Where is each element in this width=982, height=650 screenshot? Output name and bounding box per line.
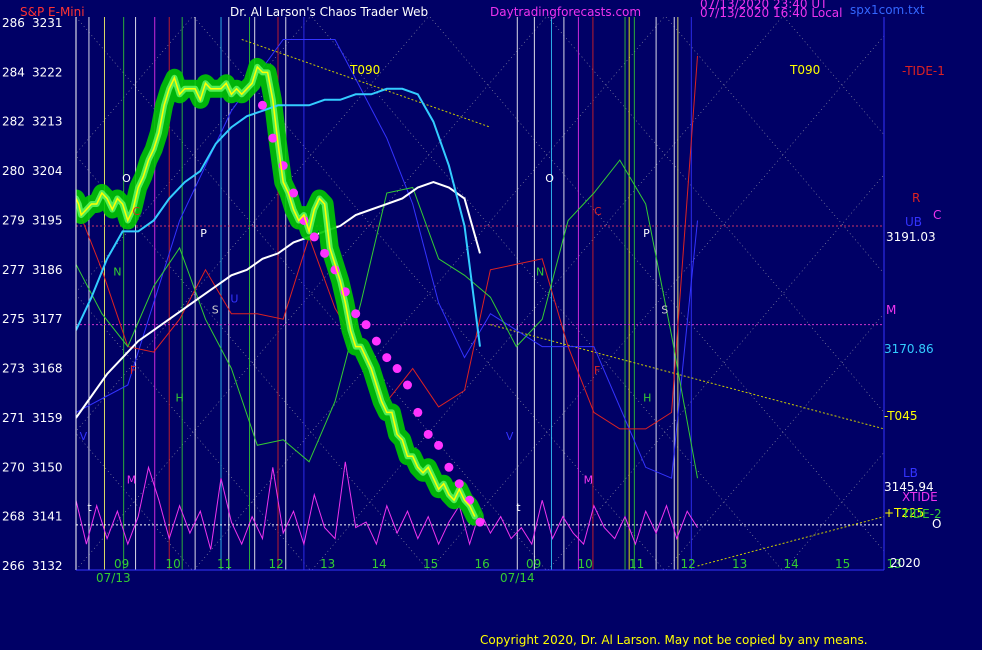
price-dot <box>475 517 485 527</box>
price-dot <box>392 364 402 374</box>
right-label: C <box>933 208 941 222</box>
planet-letter: V <box>506 430 514 443</box>
y-tick-label-left: 268 <box>2 510 25 524</box>
y-tick-label-right: 3195 <box>32 213 63 227</box>
y-tick-label-left: 266 <box>2 559 25 573</box>
planet-letter: t <box>516 501 521 514</box>
planet-letter: S <box>661 304 668 317</box>
price-dot <box>434 440 444 450</box>
x-tick-label: 09 <box>114 557 129 571</box>
y-tick-label-right: 3177 <box>32 312 63 326</box>
timestamp-local: 07/13/2020 16:40 Local <box>700 6 842 20</box>
planet-letter: C <box>132 205 140 218</box>
planet-letter: H <box>175 391 183 404</box>
y-tick-label-right: 3132 <box>32 559 63 573</box>
planet-letter: F <box>594 364 600 377</box>
y-tick-label-left: 273 <box>2 362 25 376</box>
price-dot <box>371 336 381 346</box>
planet-letter: P <box>200 227 207 240</box>
right-label: M <box>886 303 896 317</box>
right-label: O <box>932 517 941 531</box>
planet-letter: P <box>643 227 650 240</box>
y-tick-label-left: 275 <box>2 312 25 326</box>
x-tick-label: 14 <box>784 557 799 571</box>
right-label: 3170.86 <box>884 342 934 356</box>
planet-letter: V <box>80 430 88 443</box>
y-tick-label-left: 270 <box>2 460 25 474</box>
planet-letter: t <box>87 501 92 514</box>
x-tick-label: 12 <box>269 557 284 571</box>
planet-letter: N <box>536 265 544 278</box>
right-label: XTIDE <box>902 490 938 504</box>
y-tick-label-right: 3150 <box>32 460 63 474</box>
planet-letter: N <box>113 265 121 278</box>
price-dot <box>444 462 454 472</box>
price-dot <box>454 479 464 489</box>
x-tick-label: 15 <box>423 557 438 571</box>
planet-letter: O <box>122 172 131 185</box>
x-tick-label: 11 <box>217 557 232 571</box>
price-dot <box>413 407 423 417</box>
site-title: Dr. Al Larson's Chaos Trader Web <box>230 5 428 19</box>
x-tick-label: 10 <box>166 557 181 571</box>
y-tick-label-left: 277 <box>2 263 25 277</box>
x-tick-label: 10 <box>578 557 593 571</box>
price-dot <box>361 320 371 330</box>
price-dot <box>257 100 267 110</box>
planet-letter: C <box>594 205 602 218</box>
instrument-title: S&P E-Mini <box>20 5 85 19</box>
x-date-label: 07/14 <box>500 571 535 585</box>
planet-letter: M <box>584 474 594 487</box>
right-label: 2020 <box>890 556 921 570</box>
x-date-label: 07/13 <box>96 571 131 585</box>
x-tick-label: 12 <box>681 557 696 571</box>
planet-letter: U <box>230 293 238 306</box>
y-tick-label-left: 282 <box>2 115 25 129</box>
y-tick-label-left: 284 <box>2 65 25 79</box>
right-label: R <box>912 191 920 205</box>
x-tick-label: 09 <box>526 557 541 571</box>
top-label-1: T090 <box>349 63 380 77</box>
planet-letter: H <box>643 391 651 404</box>
y-tick-label-right: 3186 <box>32 263 63 277</box>
price-dot <box>402 380 412 390</box>
y-tick-label-right: 3213 <box>32 115 63 129</box>
right-label: UB <box>905 215 922 229</box>
y-tick-label-right: 3141 <box>32 510 63 524</box>
right-label: LB <box>903 466 918 480</box>
y-tick-label-left: 271 <box>2 411 25 425</box>
planet-letter: S <box>212 304 219 317</box>
planet-letter: F <box>130 364 136 377</box>
right-label: 3191.03 <box>886 230 936 244</box>
x-tick-label: 13 <box>732 557 747 571</box>
price-dot <box>320 248 330 258</box>
y-tick-label-left: 280 <box>2 164 25 178</box>
right-label: -T045 <box>884 409 917 423</box>
planet-letter: O <box>545 172 554 185</box>
copyright: Copyright 2020, Dr. Al Larson. May not b… <box>480 633 868 647</box>
y-tick-label-right: 3159 <box>32 411 63 425</box>
planet-letter: M <box>127 474 137 487</box>
chart-canvas: OCNPSFHUVMtOCNPSFHVMt 286 3231284 3222282 3… <box>0 0 982 650</box>
top-label-2: T090 <box>789 63 820 77</box>
price-dot <box>268 133 278 143</box>
y-tick-label-right: 3168 <box>32 362 63 376</box>
y-tick-label-right: 3222 <box>32 65 63 79</box>
right-label: -TIDE-1 <box>902 64 945 78</box>
x-tick-label: 16 <box>475 557 490 571</box>
x-tick-label: 15 <box>835 557 850 571</box>
x-tick-label: 14 <box>372 557 387 571</box>
x-tick-label: 13 <box>320 557 335 571</box>
price-dot <box>289 188 299 198</box>
price-dot <box>382 353 392 363</box>
y-tick-label-right: 3204 <box>32 164 63 178</box>
y-tick-label-left: 279 <box>2 213 25 227</box>
data-file: spx1com.txt <box>850 3 925 17</box>
price-dot <box>423 429 433 439</box>
site-url[interactable]: Daytradingforecasts.com <box>490 5 641 19</box>
price-dot <box>351 309 361 319</box>
price-dot <box>309 232 319 242</box>
x-tick-label: 11 <box>629 557 644 571</box>
